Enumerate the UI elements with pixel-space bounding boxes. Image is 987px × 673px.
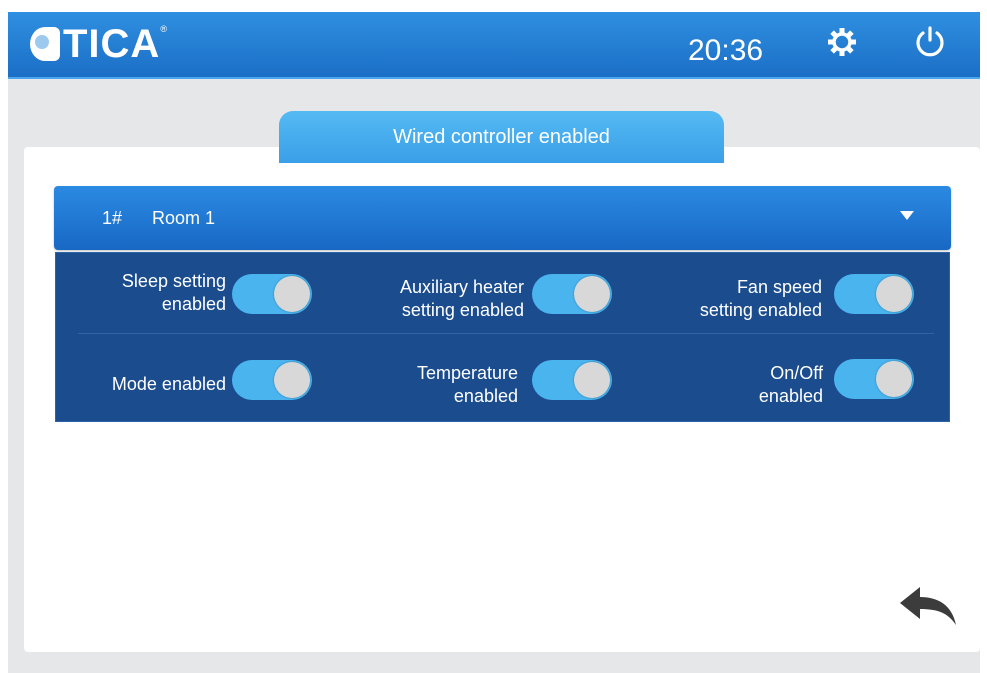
setting-label-line: setting enabled	[699, 300, 822, 320]
back-arrow-icon[interactable]	[898, 583, 958, 628]
logo-mark-icon	[30, 27, 60, 61]
setting-label-line: Sleep setting	[121, 271, 226, 291]
setting-label-line: enabled	[453, 386, 518, 406]
triangle-down-icon	[900, 211, 914, 220]
top-bar: TICA ® 20:36	[8, 12, 980, 79]
setting-label-line: On/Off	[770, 363, 823, 383]
setting-label-line: Fan speed	[736, 277, 822, 297]
setting-label-on-off: On/Off enabled	[700, 362, 823, 408]
power-icon[interactable]	[912, 24, 948, 60]
toggle-knob	[574, 276, 610, 312]
toggle-knob	[876, 361, 912, 397]
on-off-toggle[interactable]	[834, 359, 914, 399]
brand-name: TICA	[63, 21, 161, 66]
mode-toggle[interactable]	[232, 360, 312, 400]
setting-label-line: Mode enabled	[111, 374, 226, 394]
room-number: 1#	[102, 208, 123, 228]
auxiliary-heater-toggle[interactable]	[532, 274, 612, 314]
toggle-knob	[574, 362, 610, 398]
setting-label-line: enabled	[758, 386, 823, 406]
toggle-knob	[876, 276, 912, 312]
setting-label-line: Temperature	[416, 363, 518, 383]
sleep-setting-toggle[interactable]	[232, 274, 312, 314]
row-divider	[78, 333, 934, 334]
page-title-tab: Wired controller enabled	[279, 111, 724, 163]
brand-logo: TICA ®	[30, 22, 167, 66]
setting-label-line: Auxiliary heater	[399, 277, 524, 297]
room-selector-dropdown[interactable]: 1# Room 1	[54, 186, 951, 250]
setting-label-fan-speed: Fan speed setting enabled	[640, 276, 822, 322]
clock: 20:36	[688, 34, 764, 67]
registered-mark: ®	[160, 24, 167, 34]
setting-label-mode: Mode enabled	[70, 373, 226, 396]
setting-label-sleep: Sleep setting enabled	[80, 270, 226, 316]
temperature-toggle[interactable]	[532, 360, 612, 400]
setting-label-line: setting enabled	[401, 300, 524, 320]
setting-label-line: enabled	[161, 294, 226, 314]
toggle-knob	[274, 276, 310, 312]
setting-label-temperature: Temperature enabled	[380, 362, 518, 408]
gear-icon[interactable]	[824, 24, 860, 60]
fan-speed-toggle[interactable]	[834, 274, 914, 314]
toggle-knob	[274, 362, 310, 398]
setting-label-aux-heater: Auxiliary heater setting enabled	[340, 276, 524, 322]
room-name: Room 1	[152, 208, 216, 228]
